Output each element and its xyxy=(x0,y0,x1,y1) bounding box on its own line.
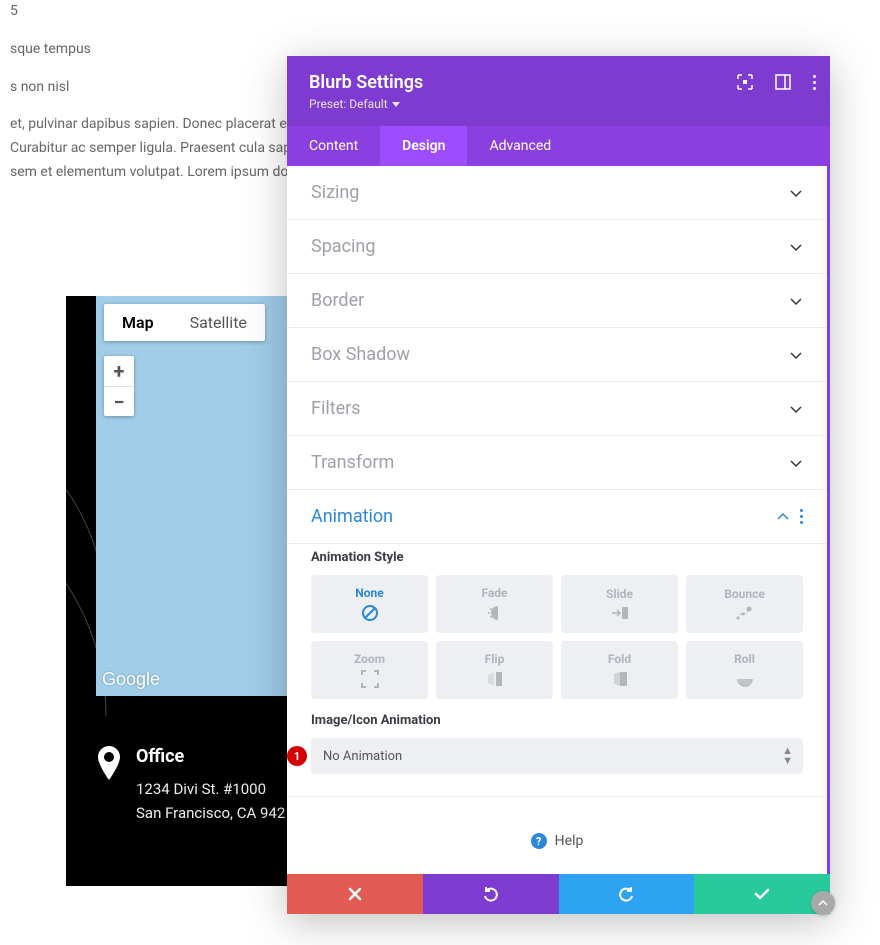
animation-section-body: Animation Style None Fade Slide Bounce xyxy=(287,544,827,797)
chevron-down-icon xyxy=(392,102,400,107)
chevron-down-icon xyxy=(789,348,803,362)
kebab-menu-icon[interactable] xyxy=(813,75,816,90)
floating-collapse-button[interactable] xyxy=(811,891,835,915)
animation-style-options: None Fade Slide Bounce Zoom xyxy=(311,575,803,699)
section-label: Spacing xyxy=(311,236,375,257)
office-address-line: San Francisco, CA 942 xyxy=(136,801,285,825)
animation-option-zoom[interactable]: Zoom xyxy=(311,641,428,699)
save-button[interactable] xyxy=(694,874,830,914)
help-icon: ? xyxy=(531,833,547,849)
chevron-down-icon xyxy=(789,186,803,200)
chevron-down-icon xyxy=(789,240,803,254)
animation-option-fade[interactable]: Fade xyxy=(436,575,553,633)
map-zoom-in[interactable]: + xyxy=(104,356,134,386)
animation-option-bounce[interactable]: Bounce xyxy=(686,575,803,633)
section-transform[interactable]: Transform xyxy=(287,436,827,490)
tab-content[interactable]: Content xyxy=(287,126,380,166)
animation-option-flip[interactable]: Flip xyxy=(436,641,553,699)
section-filters[interactable]: Filters xyxy=(287,382,827,436)
section-label: Animation xyxy=(311,506,393,527)
map-zoom-control: + − xyxy=(104,356,134,416)
office-info: Office 1234 Divi St. #1000 San Francisco… xyxy=(96,746,285,825)
preset-selector[interactable]: Preset: Default xyxy=(309,97,400,111)
section-label: Border xyxy=(311,290,364,311)
none-icon xyxy=(361,604,379,622)
zoom-icon xyxy=(361,670,379,688)
select-caret-icon: ▲▼ xyxy=(782,746,793,766)
section-label: Transform xyxy=(311,452,394,473)
check-icon xyxy=(754,888,770,900)
fade-icon xyxy=(486,604,504,622)
option-label: Bounce xyxy=(724,587,765,601)
section-label: Sizing xyxy=(311,182,359,203)
section-menu-icon[interactable] xyxy=(800,509,803,524)
fold-icon xyxy=(611,670,629,688)
modal-header: Blurb Settings Preset: Default xyxy=(287,56,830,126)
slide-icon xyxy=(610,605,630,621)
modal-body: Sizing Spacing Border Box Shadow Filters… xyxy=(287,166,830,874)
map-type-toggle: Map Satellite xyxy=(104,304,265,341)
option-label: Fold xyxy=(608,652,631,666)
chevron-up-icon xyxy=(818,898,828,908)
section-spacing[interactable]: Spacing xyxy=(287,220,827,274)
chevron-down-icon xyxy=(789,456,803,470)
option-label: Flip xyxy=(485,652,505,666)
tab-advanced[interactable]: Advanced xyxy=(467,126,573,166)
bounce-icon xyxy=(735,605,755,621)
map-type-map[interactable]: Map xyxy=(104,304,172,341)
discard-button[interactable] xyxy=(287,874,423,914)
image-animation-select[interactable]: 1 No Animation ▲▼ xyxy=(311,738,803,774)
location-pin-icon xyxy=(96,746,122,780)
animation-option-roll[interactable]: Roll xyxy=(686,641,803,699)
animation-option-fold[interactable]: Fold xyxy=(561,641,678,699)
chevron-down-icon xyxy=(789,294,803,308)
option-label: Fade xyxy=(481,586,507,600)
undo-icon xyxy=(482,885,500,903)
close-icon xyxy=(348,887,362,901)
option-label: Slide xyxy=(606,587,633,601)
help-label: Help xyxy=(555,833,584,849)
map-type-satellite[interactable]: Satellite xyxy=(172,304,265,341)
option-label: Roll xyxy=(734,652,755,666)
animation-option-slide[interactable]: Slide xyxy=(561,575,678,633)
option-label: Zoom xyxy=(354,652,385,666)
modal-title: Blurb Settings xyxy=(309,72,808,93)
help-row[interactable]: ? Help xyxy=(287,797,827,871)
undo-button[interactable] xyxy=(423,874,559,914)
section-border[interactable]: Border xyxy=(287,274,827,328)
redo-icon xyxy=(617,885,635,903)
responsive-icon[interactable] xyxy=(775,74,791,90)
field-label-image-animation: Image/Icon Animation xyxy=(311,713,803,728)
office-address-line: 1234 Divi St. #1000 xyxy=(136,777,285,801)
select-value: No Animation xyxy=(323,749,402,764)
modal-footer xyxy=(287,874,830,914)
blurb-settings-modal: Blurb Settings Preset: Default Content D… xyxy=(287,56,830,914)
map-zoom-out[interactable]: − xyxy=(104,386,134,416)
field-label-animation-style: Animation Style xyxy=(311,550,803,565)
header-toolbar xyxy=(737,74,816,90)
section-sizing[interactable]: Sizing xyxy=(287,166,827,220)
animation-option-none[interactable]: None xyxy=(311,575,428,633)
preset-label: Preset: Default xyxy=(309,97,388,111)
flip-icon xyxy=(486,670,504,688)
roll-icon xyxy=(736,670,754,688)
annotation-badge: 1 xyxy=(287,746,307,766)
option-label: None xyxy=(355,586,383,600)
office-heading: Office xyxy=(136,746,285,767)
chevron-up-icon xyxy=(776,510,790,524)
bg-fragment: 5 xyxy=(10,0,870,24)
section-label: Box Shadow xyxy=(311,344,410,365)
section-box-shadow[interactable]: Box Shadow xyxy=(287,328,827,382)
tab-design[interactable]: Design xyxy=(380,126,467,166)
chevron-down-icon xyxy=(789,402,803,416)
settings-tabs: Content Design Advanced xyxy=(287,126,830,166)
section-label: Filters xyxy=(311,398,361,419)
google-logo: Google xyxy=(102,669,160,690)
redo-button[interactable] xyxy=(559,874,695,914)
section-animation[interactable]: Animation xyxy=(287,490,827,544)
expand-icon[interactable] xyxy=(737,74,753,90)
